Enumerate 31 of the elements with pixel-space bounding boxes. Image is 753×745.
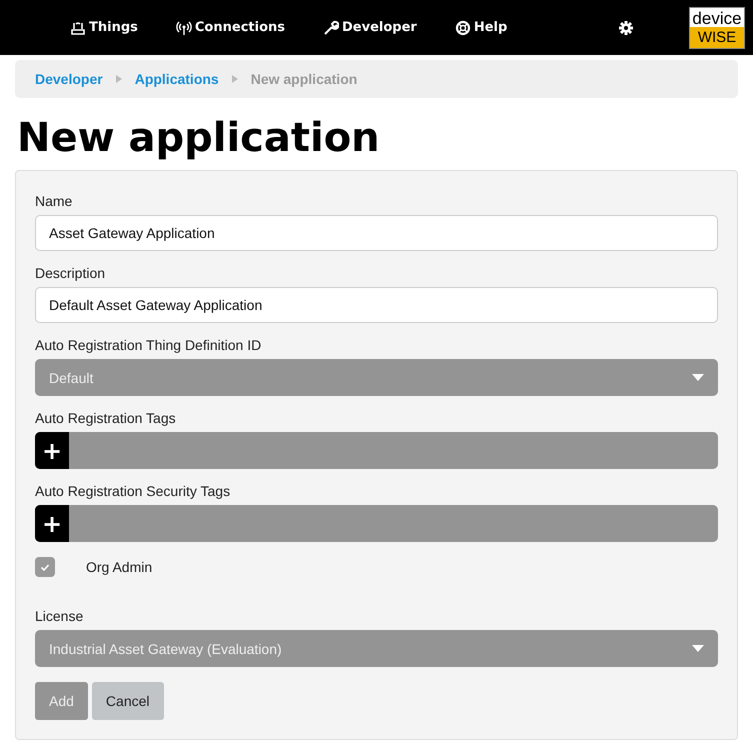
checkbox-label: Org Admin xyxy=(86,559,152,575)
caret-icon xyxy=(692,644,704,652)
logo[interactable]: device WISE xyxy=(689,6,745,48)
separator-icon xyxy=(230,74,239,84)
field-label: Description xyxy=(35,265,106,281)
nav-link[interactable]: Help xyxy=(454,20,508,36)
nav-link[interactable]: Things xyxy=(70,20,138,36)
input-field[interactable]: Default Asset Gateway Application xyxy=(35,287,718,323)
field-label: Auto Registration Thing Definition ID xyxy=(35,337,262,353)
lifebuoy-icon xyxy=(454,20,471,36)
add-tag-button[interactable]: + xyxy=(35,505,69,542)
nav-link[interactable]: Connections xyxy=(176,20,285,36)
antenna-icon xyxy=(176,20,192,36)
settings-icon[interactable] xyxy=(618,20,634,36)
field-label: Auto Registration Security Tags xyxy=(35,483,232,499)
input-field[interactable]: Asset Gateway Application xyxy=(35,215,718,251)
router-icon xyxy=(70,20,86,36)
checkbox[interactable] xyxy=(35,557,55,577)
field-label: License xyxy=(35,608,84,624)
cancel-button[interactable]: Cancel xyxy=(92,682,164,720)
field-label: Auto Registration Tags xyxy=(35,410,177,426)
nav-link[interactable]: Developer xyxy=(323,20,417,36)
separator-icon xyxy=(114,74,123,84)
wrench-icon xyxy=(323,20,339,36)
field-label: Name xyxy=(35,193,74,209)
add-tag-button[interactable]: + xyxy=(35,432,69,469)
caret-icon xyxy=(692,374,704,382)
page-title: New application xyxy=(17,118,381,162)
breadcrumb-current: New application xyxy=(250,71,358,87)
tags-field[interactable]: + xyxy=(35,432,718,469)
tags-field[interactable]: + xyxy=(35,505,718,542)
